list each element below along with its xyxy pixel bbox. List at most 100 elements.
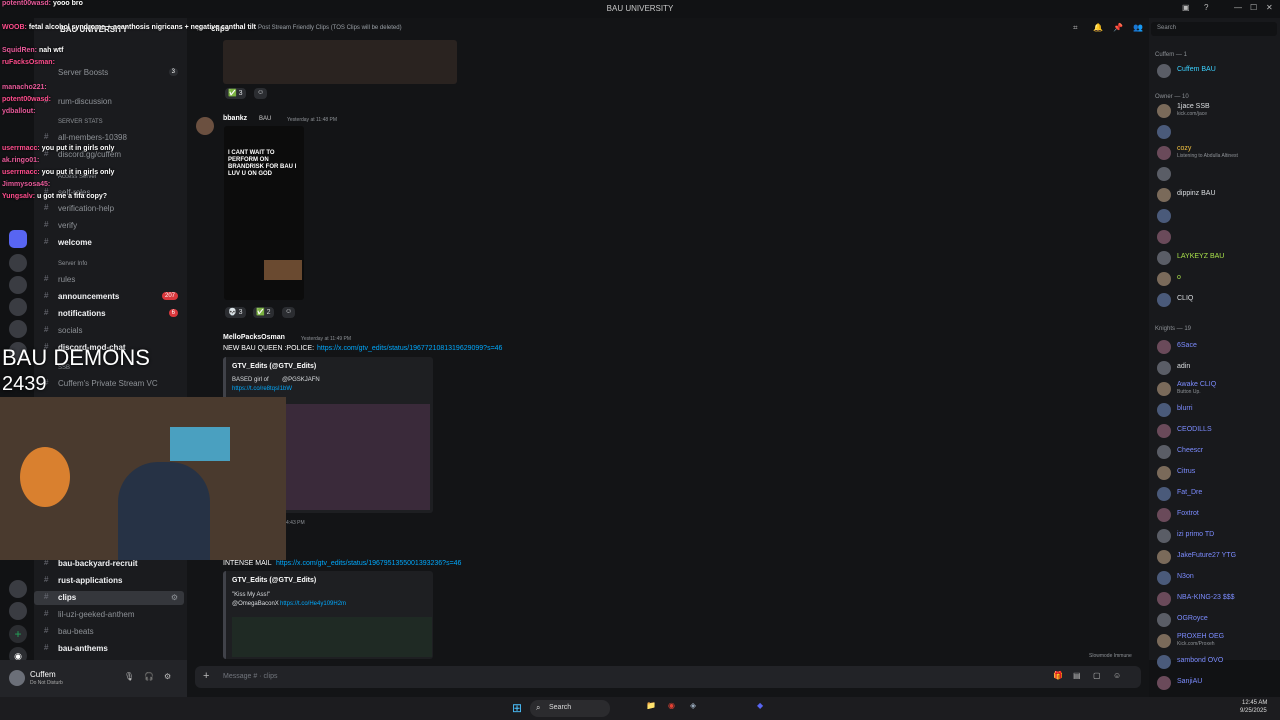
bell-icon[interactable]: 🔔 xyxy=(1093,23,1103,32)
search-input[interactable]: Search xyxy=(1157,25,1176,31)
member-row[interactable]: PROXEH OEG Kick.com/Proxeh xyxy=(1155,632,1279,650)
server-icon[interactable] xyxy=(9,298,27,316)
chrome-icon[interactable]: ◉ xyxy=(668,701,675,710)
message-attachment-image[interactable] xyxy=(223,40,457,84)
message-input[interactable]: Message # · clips xyxy=(223,673,277,680)
minimize-icon[interactable]: — xyxy=(1234,3,1242,12)
member-row[interactable]: 1jace SSB kick.com/jace xyxy=(1155,102,1279,120)
sticker-icon[interactable]: ▢ xyxy=(1093,671,1101,680)
headphones-icon[interactable]: 🎧 xyxy=(144,672,154,681)
inbox-icon[interactable]: ▣ xyxy=(1182,3,1190,12)
member-row[interactable]: JakeFuture27 YTG xyxy=(1155,548,1279,566)
member-row[interactable]: Cuffem BAU xyxy=(1155,62,1279,80)
channel-rules[interactable]: # rules xyxy=(34,273,184,287)
embed-mention[interactable]: @OmegaBaconX xyxy=(232,601,279,607)
category-server-info[interactable]: Server Info xyxy=(34,259,184,273)
member-row[interactable]: 6Sace xyxy=(1155,338,1279,356)
member-row[interactable]: Awake CLIQ Button Up. xyxy=(1155,380,1279,398)
add-reaction-button[interactable]: ☺ xyxy=(282,307,296,318)
channel-bau-anthems[interactable]: # bau-anthems xyxy=(34,642,184,656)
member-row[interactable]: adin xyxy=(1155,359,1279,377)
channel-welcome[interactable]: # welcome xyxy=(34,236,184,250)
embed-author[interactable]: GTV_Edits (@GTV_Edits) xyxy=(232,363,316,370)
steam-icon[interactable]: ◈ xyxy=(690,701,696,710)
embed-link[interactable]: https://t.co/He4y109H2m xyxy=(280,601,346,607)
message-author[interactable]: bbankz xyxy=(223,115,247,122)
member-row[interactable]: cozy Listening to Abdulla Altinest xyxy=(1155,144,1279,162)
channel-rust-applications[interactable]: # rust-applications xyxy=(34,574,184,588)
add-reaction-button[interactable]: ☺ xyxy=(254,88,268,99)
attach-icon[interactable]: + xyxy=(203,670,209,682)
member-row[interactable]: Cheescr xyxy=(1155,443,1279,461)
avatar[interactable] xyxy=(9,670,25,686)
channel-announcements[interactable]: # announcements 207 xyxy=(34,290,184,304)
member-search[interactable]: Search xyxy=(1151,22,1277,36)
member-row[interactable] xyxy=(1155,207,1279,225)
embed-link[interactable]: https://t.co/re8tqsI1bW xyxy=(232,386,292,392)
member-row[interactable] xyxy=(1155,123,1279,141)
member-row[interactable]: CEODILLS xyxy=(1155,422,1279,440)
server-icon[interactable] xyxy=(9,320,27,338)
settings-icon[interactable]: ⚙ xyxy=(164,672,171,681)
add-server-icon[interactable]: + xyxy=(9,625,27,643)
composer-box[interactable]: + Message # · clips 🎁 ▤ ▢ ☺ xyxy=(195,666,1141,688)
channel-lil-uzi-geeked-anthem[interactable]: # lil-uzi-geeked-anthem xyxy=(34,608,184,622)
message-author[interactable]: MelloPacksOsman xyxy=(223,334,285,341)
members-icon[interactable]: 👥 xyxy=(1133,23,1143,32)
channel-clips[interactable]: # clips ⚙ xyxy=(34,591,184,605)
member-row[interactable]: Citrus xyxy=(1155,464,1279,482)
taskbar-search[interactable]: ⌕ Search xyxy=(530,700,610,717)
message-attachment-image[interactable]: I CANT WAIT TO PERFORM ON BRANDRISK FOR … xyxy=(224,126,304,300)
server-icon[interactable] xyxy=(9,254,27,272)
member-row[interactable] xyxy=(1155,228,1279,246)
member-row[interactable] xyxy=(1155,165,1279,183)
embed-author[interactable]: GTV_Edits (@GTV_Edits) xyxy=(232,577,316,584)
member-row[interactable]: sambond OVO xyxy=(1155,653,1279,671)
emoji-icon[interactable]: ☺ xyxy=(1113,671,1121,680)
reaction[interactable]: ✅ 3 xyxy=(225,88,246,99)
member-row[interactable]: OGRoyce xyxy=(1155,611,1279,629)
reaction[interactable]: 💀 3 xyxy=(225,307,246,318)
embed-mention[interactable]: @PGSKJAFN xyxy=(282,377,320,383)
reaction[interactable]: ✅ 2 xyxy=(253,307,274,318)
settings-icon[interactable]: ⚙ xyxy=(171,593,178,602)
gif-icon[interactable]: ▤ xyxy=(1073,671,1081,680)
member-row[interactable]: NBA-KING-23 $$$ xyxy=(1155,590,1279,608)
member-row[interactable]: CLIQ xyxy=(1155,291,1279,309)
server-icon[interactable] xyxy=(9,580,27,598)
channel-socials[interactable]: # socials xyxy=(34,324,184,338)
category-server-stats[interactable]: SERVER STATS xyxy=(34,117,184,131)
maximize-icon[interactable]: ☐ xyxy=(1250,3,1257,12)
channel-notifications[interactable]: # notifications 6 xyxy=(34,307,184,321)
mic-icon[interactable]: 🎙 xyxy=(124,672,134,681)
member-row[interactable]: Fat_Dre xyxy=(1155,485,1279,503)
member-row[interactable]: SanjiAU xyxy=(1155,674,1279,692)
member-row[interactable]: N3on xyxy=(1155,569,1279,587)
avatar[interactable] xyxy=(196,117,214,135)
channel-verify[interactable]: # verify xyxy=(34,219,184,233)
member-row[interactable]: blurri xyxy=(1155,401,1279,419)
clock-time[interactable]: 12:45 AM xyxy=(1242,700,1267,706)
member-row[interactable]: Foxtrot xyxy=(1155,506,1279,524)
channel-rum-discussion[interactable]: # rum-discussion xyxy=(34,95,184,109)
discord-icon[interactable]: ◆ xyxy=(757,701,763,710)
member-row[interactable]: dippinz BAU xyxy=(1155,186,1279,204)
channel-private-vc[interactable]: # Cuffem's Private Stream VC xyxy=(34,377,184,391)
server-icon[interactable] xyxy=(9,230,27,248)
member-row[interactable]: LAYKEYZ BAU xyxy=(1155,249,1279,267)
embed-video[interactable] xyxy=(232,617,432,657)
server-icon[interactable] xyxy=(9,276,27,294)
channel-verification-help[interactable]: # verification-help xyxy=(34,202,184,216)
channel-all-members[interactable]: # all-members-10398 xyxy=(34,131,184,145)
threads-icon[interactable]: ⌗ xyxy=(1073,23,1078,33)
channel-server-boosts[interactable]: Server Boosts 3 xyxy=(34,66,184,80)
message-link[interactable]: https://x.com/gtv_edits/status/196795135… xyxy=(276,560,461,567)
file-explorer-icon[interactable]: 📁 xyxy=(646,701,656,710)
message-link[interactable]: https://x.com/gtv_edits/status/196772108… xyxy=(317,345,502,352)
help-icon[interactable]: ? xyxy=(1204,3,1208,12)
member-row[interactable]: o xyxy=(1155,270,1279,288)
gift-icon[interactable]: 🎁 xyxy=(1053,671,1063,680)
channel-bau-beats[interactable]: # bau-beats xyxy=(34,625,184,639)
pin-icon[interactable]: 📌 xyxy=(1113,23,1123,32)
embed-video[interactable] xyxy=(286,404,430,510)
